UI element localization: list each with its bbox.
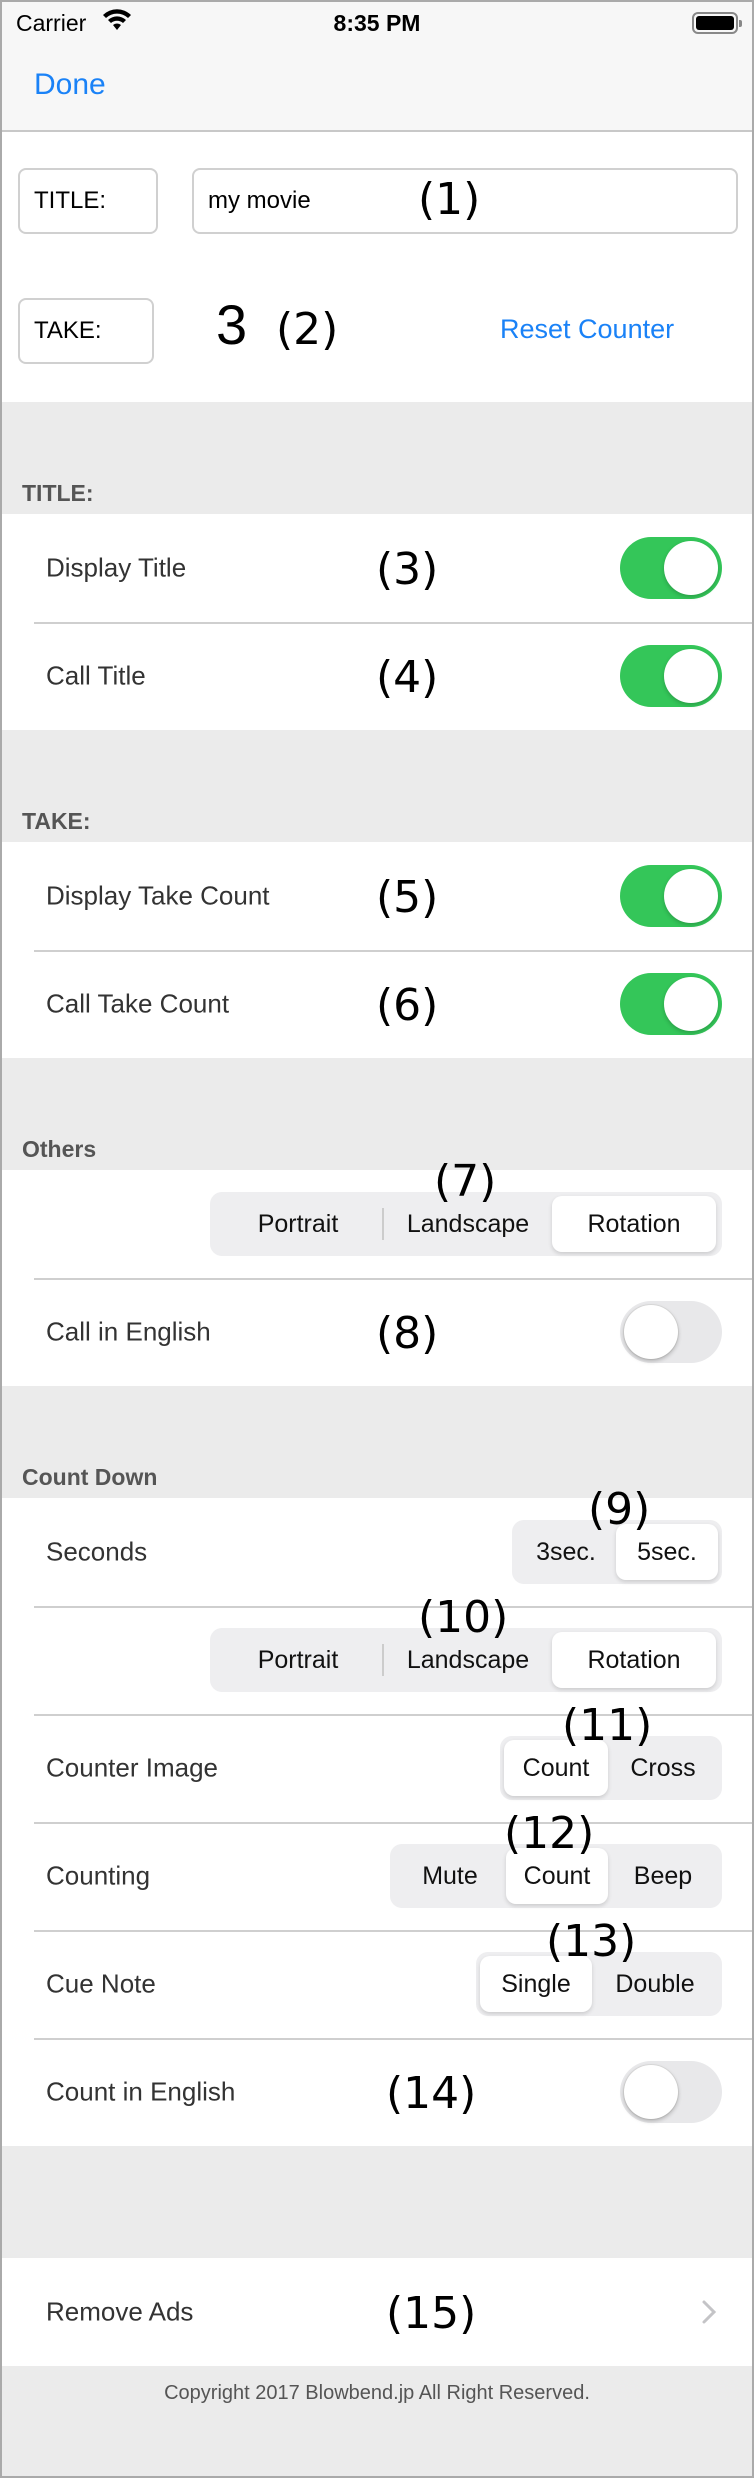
reset-counter-button[interactable]: Reset Counter bbox=[500, 314, 674, 345]
take-field-label: TAKE: bbox=[18, 298, 154, 364]
display-take-count-label: Display Take Count bbox=[46, 880, 270, 911]
take-count-value: 3 bbox=[216, 293, 248, 356]
count-in-english-label: Count in English bbox=[46, 2076, 236, 2107]
section-header-count-down: Count Down bbox=[22, 1464, 158, 1490]
annotation-13: (13) bbox=[546, 1916, 637, 1967]
annotation-14: (14) bbox=[386, 2068, 477, 2119]
others-orientation-row: Portrait Landscape Rotation (7) bbox=[2, 1160, 752, 1278]
annotation-5: (5) bbox=[376, 872, 439, 923]
section-header-title: TITLE: bbox=[22, 480, 94, 506]
annotation-7: (7) bbox=[434, 1156, 497, 1207]
call-take-count-label: Call Take Count bbox=[46, 988, 230, 1019]
others-settings-group: Portrait Landscape Rotation (7) Call in … bbox=[2, 1160, 752, 1386]
copyright-text: Copyright 2017 Blowbend.jp All Right Res… bbox=[164, 2382, 590, 2404]
seconds-label: Seconds bbox=[46, 1536, 148, 1567]
status-time: 8:35 PM bbox=[333, 10, 421, 36]
cue-note-label: Cue Note bbox=[46, 1968, 156, 1999]
count-in-english-toggle[interactable] bbox=[620, 2061, 722, 2123]
remove-ads-label: Remove Ads bbox=[46, 2296, 194, 2327]
call-in-english-label: Call in English bbox=[46, 1316, 211, 1347]
title-field-label: TITLE: bbox=[18, 168, 158, 234]
annotation-8: (8) bbox=[376, 1308, 439, 1359]
annotation-11: (11) bbox=[562, 1700, 653, 1751]
segment-portrait[interactable]: Portrait bbox=[214, 1196, 382, 1252]
segment-rotation[interactable]: Rotation bbox=[552, 1196, 716, 1252]
battery-icon bbox=[692, 12, 742, 34]
counter-image-label: Counter Image bbox=[46, 1752, 218, 1783]
remove-ads-row[interactable]: Remove Ads (15) bbox=[2, 2258, 752, 2366]
display-title-label: Display Title bbox=[46, 552, 187, 583]
countdown-orientation-row: Portrait Landscape Rotation (10) bbox=[2, 1596, 752, 1714]
counter-image-row: Counter Image Count Cross (11) bbox=[2, 1704, 752, 1822]
title-input-value: my movie bbox=[208, 187, 311, 214]
segment-mute[interactable]: Mute bbox=[394, 1848, 506, 1904]
section-header-others: Others bbox=[22, 1136, 97, 1162]
title-take-card: TITLE: my movie (1) TAKE: 3 (2) Reset Co… bbox=[2, 132, 752, 402]
annotation-9: (9) bbox=[588, 1484, 651, 1535]
segment-portrait[interactable]: Portrait bbox=[214, 1632, 382, 1688]
call-take-count-row: Call Take Count (6) bbox=[2, 950, 752, 1058]
annotation-4: (4) bbox=[376, 652, 439, 703]
annotation-6: (6) bbox=[376, 980, 439, 1031]
done-button[interactable]: Done bbox=[34, 68, 106, 102]
call-title-row: Call Title (4) bbox=[2, 622, 752, 730]
annotation-3: (3) bbox=[376, 544, 439, 595]
segment-beep[interactable]: Beep bbox=[608, 1848, 718, 1904]
call-in-english-row: Call in English (8) bbox=[2, 1278, 752, 1386]
take-settings-group: Display Take Count (5) Call Take Count (… bbox=[2, 842, 752, 1058]
display-take-count-toggle[interactable] bbox=[620, 865, 722, 927]
call-take-count-toggle[interactable] bbox=[620, 973, 722, 1035]
call-title-toggle[interactable] bbox=[620, 645, 722, 707]
counting-row: Counting Mute Count Beep (12) bbox=[2, 1812, 752, 1930]
seconds-row: Seconds 3sec. 5sec. (9) bbox=[2, 1488, 752, 1606]
remove-ads-group: Remove Ads (15) bbox=[2, 2258, 752, 2366]
annotation-1: (1) bbox=[418, 174, 481, 225]
navigation-bar: Carrier 8:35 PM Done bbox=[2, 2, 752, 132]
counting-label: Counting bbox=[46, 1860, 151, 1891]
call-in-english-toggle[interactable] bbox=[620, 1301, 722, 1363]
annotation-15: (15) bbox=[386, 2288, 477, 2339]
section-header-take: TAKE: bbox=[22, 808, 91, 834]
cue-note-row: Cue Note Single Double (13) bbox=[2, 1920, 752, 2038]
display-take-count-row: Display Take Count (5) bbox=[2, 842, 752, 950]
chevron-right-icon bbox=[698, 2296, 720, 2328]
display-title-row: Display Title (3) bbox=[2, 514, 752, 622]
count-down-settings-group: Seconds 3sec. 5sec. (9) Portrait Landsca… bbox=[2, 1488, 752, 2146]
count-in-english-row: Count in English (14) bbox=[2, 2038, 752, 2146]
display-title-toggle[interactable] bbox=[620, 537, 722, 599]
title-settings-group: Display Title (3) Call Title (4) bbox=[2, 514, 752, 730]
call-title-label: Call Title bbox=[46, 660, 146, 691]
annotation-2: (2) bbox=[276, 304, 339, 355]
annotation-12: (12) bbox=[504, 1808, 595, 1859]
annotation-10: (10) bbox=[418, 1592, 509, 1643]
segment-rotation[interactable]: Rotation bbox=[552, 1632, 716, 1688]
